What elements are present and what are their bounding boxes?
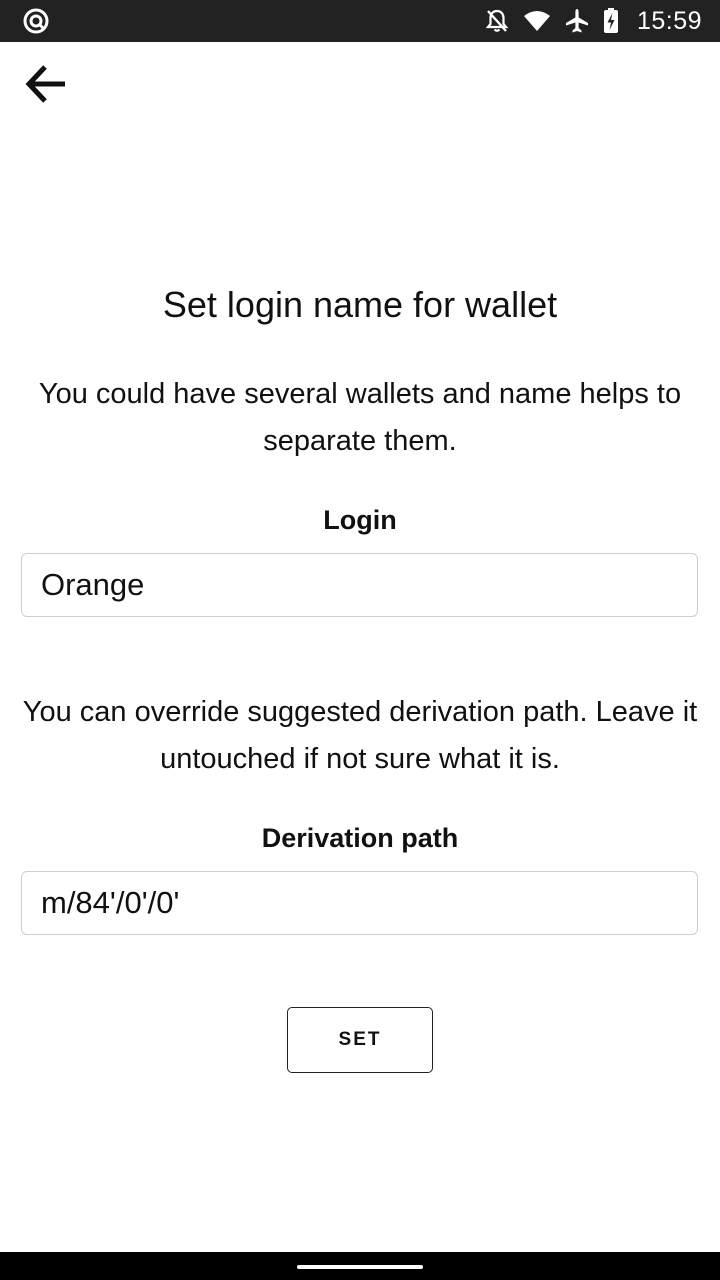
navigation-bar [0,1252,720,1280]
derivation-path-input[interactable] [21,871,698,935]
login-label: Login [323,505,397,535]
notifications-off-icon [485,9,509,32]
derivation-path-label: Derivation path [261,823,459,853]
arrow-left-icon [25,65,65,103]
home-handle[interactable] [297,1265,423,1269]
page-title: Set login name for wallet [162,284,558,325]
status-bar: 15:59 [0,0,720,42]
battery-charging-icon [603,8,618,33]
wifi-icon [523,11,550,31]
status-icons: 15:59 [485,0,702,42]
back-button[interactable] [18,56,74,112]
login-description: You could have several wallets and name … [38,378,682,457]
airplane-mode-icon [565,9,588,33]
status-time: 15:59 [636,6,702,35]
set-button[interactable]: SET [287,1007,433,1073]
derivation-description: You can override suggested derivation pa… [22,696,698,775]
app-notification-icon [23,8,49,34]
login-input[interactable] [21,553,698,617]
